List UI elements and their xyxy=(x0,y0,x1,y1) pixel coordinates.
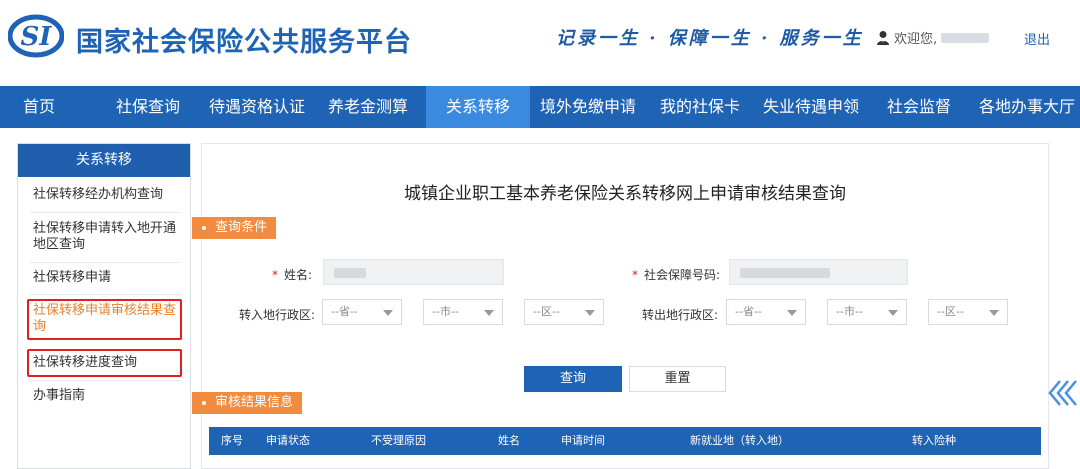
nav-item-transfer[interactable]: 关系转移 xyxy=(426,86,530,128)
masked-value xyxy=(740,268,830,278)
transfer-in-label: 转入地行政区: xyxy=(239,308,316,322)
double-chevron-left-icon[interactable] xyxy=(1046,378,1080,408)
select-value: --区-- xyxy=(937,305,964,318)
sidebar-item-transfer-apply[interactable]: 社保转移申请 xyxy=(33,270,183,286)
caret-down-icon xyxy=(585,310,595,316)
col-name: 姓名 xyxy=(498,434,520,447)
social-insurance-logo-icon[interactable]: SI xyxy=(8,14,64,58)
caret-down-icon xyxy=(484,310,494,316)
caret-down-icon xyxy=(989,310,999,316)
ssn-label-text: 社会保障号码: xyxy=(644,268,721,282)
sidebar-item-progress-query[interactable]: 社保转移进度查询 xyxy=(33,355,183,371)
nav-item-home[interactable]: 首页 xyxy=(0,86,78,128)
sidebar-item-open-regions[interactable]: 社保转移申请转入地开通地区查询 xyxy=(33,221,183,253)
sidebar-divider xyxy=(30,294,180,295)
user-area: 欢迎您, xyxy=(876,28,990,47)
user-icon xyxy=(877,30,889,45)
col-status: 申请状态 xyxy=(266,434,310,447)
page-title: 城镇企业职工基本养老保险关系转移网上申请审核结果查询 xyxy=(404,184,846,204)
main-nav: 首页 社保查询 待遇资格认证 养老金测算 关系转移 境外免缴申请 我的社保卡 失… xyxy=(0,86,1080,128)
nav-item-social-query[interactable]: 社保查询 xyxy=(103,86,193,128)
name-field[interactable] xyxy=(323,259,504,285)
caret-down-icon xyxy=(888,310,898,316)
select-value: --区-- xyxy=(533,305,560,318)
nav-item-pension-calc[interactable]: 养老金测算 xyxy=(322,86,414,128)
col-new-location: 新就业地（转入地） xyxy=(690,434,789,447)
result-section-label: 审核结果信息 xyxy=(215,395,294,410)
svg-text:SI: SI xyxy=(21,22,53,52)
masked-value xyxy=(334,268,366,278)
sidebar-divider xyxy=(30,212,180,213)
nav-item-my-card[interactable]: 我的社保卡 xyxy=(652,86,748,128)
header: SI 国家社会保险公共服务平台 记录一生 · 保障一生 · 服务一生 欢迎您, … xyxy=(0,0,1080,86)
nav-item-supervision[interactable]: 社会监督 xyxy=(877,86,961,128)
sidebar-divider xyxy=(30,380,180,381)
sidebar-divider xyxy=(30,262,180,263)
transfer-in-city-select[interactable]: --市-- xyxy=(423,299,503,325)
sidebar: 关系转移 社保转移经办机构查询 社保转移申请转入地开通地区查询 社保转移申请 社… xyxy=(17,143,191,469)
reset-button[interactable]: 重置 xyxy=(629,366,726,392)
result-table-header: 序号 申请状态 不受理原因 姓名 申请时间 新就业地（转入地） 转入险种 xyxy=(209,427,1041,455)
transfer-in-province-select[interactable]: --省-- xyxy=(322,299,402,325)
query-section-label: 查询条件 xyxy=(215,220,268,235)
nav-item-service-halls[interactable]: 各地办事大厅 xyxy=(974,86,1080,128)
select-value: --省-- xyxy=(331,305,358,318)
nav-item-overseas-exemption[interactable]: 境外免缴申请 xyxy=(532,86,644,128)
result-section-tag: 审核结果信息 xyxy=(192,392,303,414)
transfer-out-province-select[interactable]: --省-- xyxy=(726,299,806,325)
bullet-icon xyxy=(202,400,206,405)
site-title: 国家社会保险公共服务平台 xyxy=(76,27,412,58)
query-button[interactable]: 查询 xyxy=(524,366,622,392)
transfer-out-district-select[interactable]: --区-- xyxy=(928,299,1008,325)
required-mark: * xyxy=(272,268,278,282)
col-insurance-type: 转入险种 xyxy=(912,434,956,447)
name-label-text: 姓名: xyxy=(284,268,313,282)
caret-down-icon xyxy=(383,310,393,316)
sidebar-item-guide[interactable]: 办事指南 xyxy=(33,388,183,404)
caret-down-icon xyxy=(787,310,797,316)
bullet-icon xyxy=(202,225,206,230)
select-value: --省-- xyxy=(735,305,762,318)
sidebar-title: 关系转移 xyxy=(18,144,190,177)
select-value: --市-- xyxy=(432,305,459,318)
slogan: 记录一生 · 保障一生 · 服务一生 xyxy=(556,28,864,49)
sidebar-item-agency-query[interactable]: 社保转移经办机构查询 xyxy=(33,187,183,203)
masked-username xyxy=(941,32,990,43)
name-label: * 姓名: xyxy=(272,266,312,283)
nav-item-qualification[interactable]: 待遇资格认证 xyxy=(203,86,311,128)
nav-item-unemployment[interactable]: 失业待遇申领 xyxy=(755,86,867,128)
select-value: --市-- xyxy=(836,305,863,318)
transfer-out-city-select[interactable]: --市-- xyxy=(827,299,907,325)
required-mark: * xyxy=(632,268,638,282)
transfer-out-label: 转出地行政区: xyxy=(642,308,719,322)
col-apply-time: 申请时间 xyxy=(561,434,605,447)
ssn-label: * 社会保障号码: xyxy=(632,266,720,283)
welcome-text: 欢迎您, xyxy=(894,32,938,47)
col-index: 序号 xyxy=(221,434,243,447)
transfer-in-district-select[interactable]: --区-- xyxy=(524,299,604,325)
sidebar-item-review-result[interactable]: 社保转移申请审核结果查询 xyxy=(33,303,181,335)
query-section-tag: 查询条件 xyxy=(192,217,277,239)
ssn-field[interactable] xyxy=(729,259,908,285)
logout-link[interactable]: 退出 xyxy=(1024,29,1050,48)
col-reject-reason: 不受理原因 xyxy=(371,434,426,447)
